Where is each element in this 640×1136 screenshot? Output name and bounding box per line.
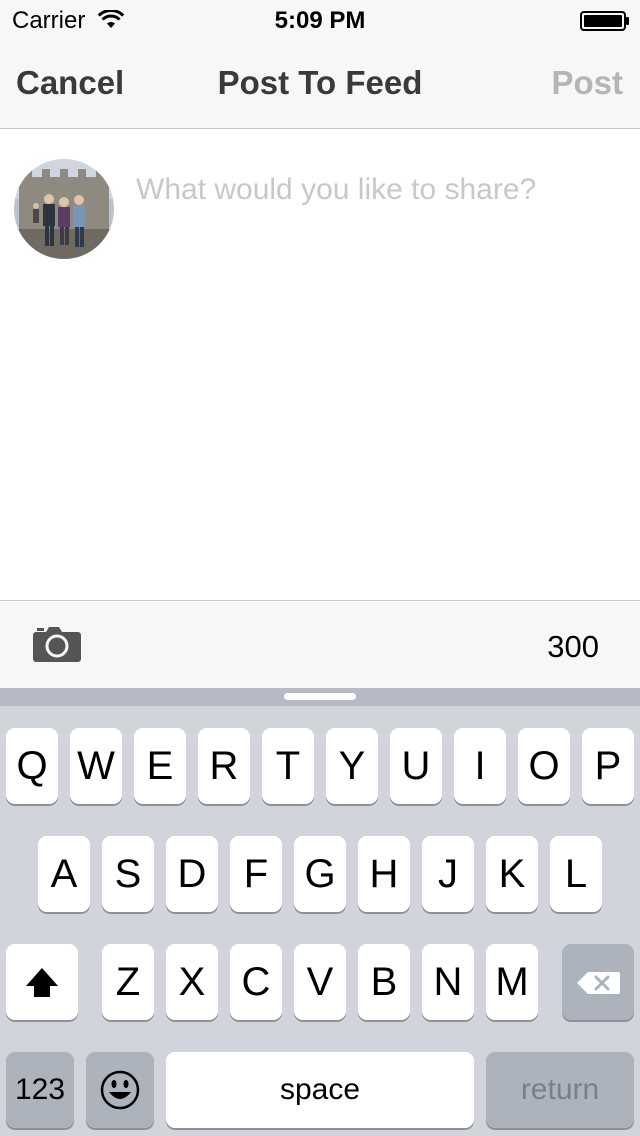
cancel-button[interactable]: Cancel <box>16 64 124 102</box>
key-n[interactable]: N <box>422 944 474 1020</box>
key-h[interactable]: H <box>358 836 410 912</box>
shift-key[interactable] <box>6 944 78 1020</box>
return-key[interactable]: return <box>486 1052 634 1128</box>
key-q[interactable]: Q <box>6 728 58 804</box>
navigation-bar: Post To Feed Cancel Post <box>0 40 640 129</box>
backspace-icon <box>577 972 620 994</box>
avatar <box>14 159 114 259</box>
key-r[interactable]: R <box>198 728 250 804</box>
key-l[interactable]: L <box>550 836 602 912</box>
key-w[interactable]: W <box>70 728 122 804</box>
keyboard: Q W E R T Y U I O P A S D F G H J K L Z … <box>0 688 640 1136</box>
compose-area <box>0 129 640 600</box>
space-key[interactable]: space <box>166 1052 474 1128</box>
key-m[interactable]: M <box>486 944 538 1020</box>
backspace-key[interactable] <box>562 944 634 1020</box>
keyboard-top-strip <box>0 688 640 706</box>
camera-icon[interactable] <box>32 625 82 663</box>
status-bar: Carrier 5:09 PM <box>0 0 640 40</box>
key-u[interactable]: U <box>390 728 442 804</box>
shift-icon <box>26 968 58 997</box>
key-s[interactable]: S <box>102 836 154 912</box>
key-t[interactable]: T <box>262 728 314 804</box>
numbers-key[interactable]: 123 <box>6 1052 74 1128</box>
key-v[interactable]: V <box>294 944 346 1020</box>
key-g[interactable]: G <box>294 836 346 912</box>
emoji-icon <box>100 1070 140 1110</box>
post-button[interactable]: Post <box>551 64 623 102</box>
keyboard-handle[interactable] <box>284 693 356 700</box>
key-f[interactable]: F <box>230 836 282 912</box>
key-k[interactable]: K <box>486 836 538 912</box>
key-i[interactable]: I <box>454 728 506 804</box>
compose-toolbar: 300 <box>0 600 640 688</box>
key-y[interactable]: Y <box>326 728 378 804</box>
avatar-photo <box>14 159 114 259</box>
emoji-key[interactable] <box>86 1052 154 1128</box>
status-time: 5:09 PM <box>274 7 366 34</box>
key-o[interactable]: O <box>518 728 570 804</box>
key-e[interactable]: E <box>134 728 186 804</box>
key-z[interactable]: Z <box>102 944 154 1020</box>
character-count: 300 <box>547 629 599 664</box>
key-c[interactable]: C <box>230 944 282 1020</box>
battery-icon <box>580 11 629 31</box>
post-to-feed-screen: Carrier 5:09 PM Post To Feed Cancel Post <box>0 0 640 1136</box>
key-d[interactable]: D <box>166 836 218 912</box>
key-a[interactable]: A <box>38 836 90 912</box>
key-x[interactable]: X <box>166 944 218 1020</box>
post-text-input[interactable] <box>136 167 616 213</box>
key-j[interactable]: J <box>422 836 474 912</box>
key-p[interactable]: P <box>582 728 634 804</box>
key-b[interactable]: B <box>358 944 410 1020</box>
